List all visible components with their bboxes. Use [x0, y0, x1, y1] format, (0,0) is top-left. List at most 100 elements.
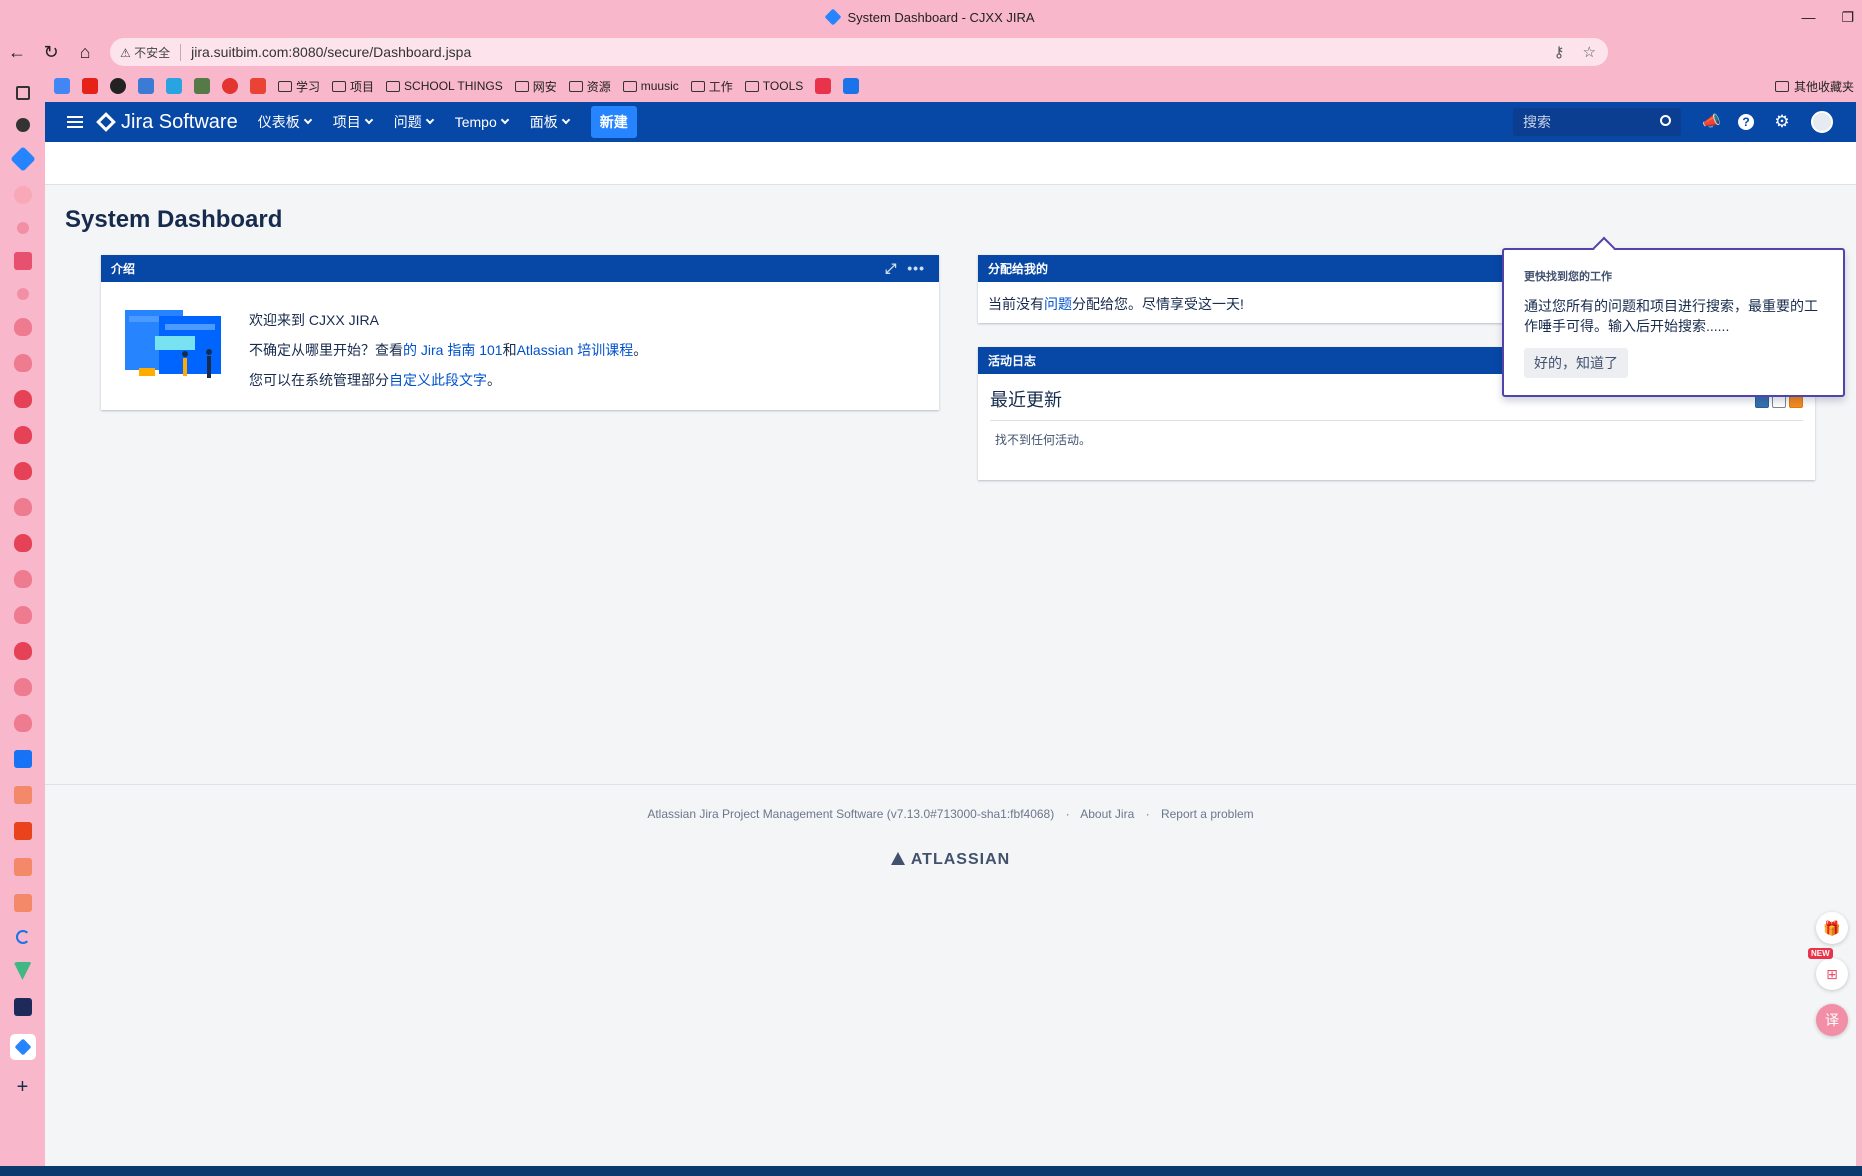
- tab-huawei-icon[interactable]: [13, 390, 32, 408]
- chevron-down-icon: [364, 115, 373, 125]
- about-jira-link[interactable]: About Jira: [1080, 807, 1134, 821]
- menu-dashboards[interactable]: 仪表板: [258, 112, 312, 132]
- intro-gadget: 介绍 ⤢ ••• 欢迎来到 CJXX JIRA 不确定从哪里开始？查看的 Jira…: [101, 255, 939, 410]
- atlassian-icon: [890, 852, 905, 865]
- tab-csdn-icon[interactable]: [13, 894, 32, 912]
- bookmark-icon[interactable]: [194, 78, 210, 94]
- app-switcher-icon[interactable]: [67, 113, 83, 131]
- tab-huawei-icon[interactable]: [13, 642, 32, 660]
- tab-search-icon[interactable]: [16, 222, 29, 234]
- back-icon[interactable]: ←: [0, 42, 34, 63]
- tab-huawei-icon[interactable]: [13, 498, 32, 516]
- customize-text-link[interactable]: 自定义此段文字: [389, 372, 487, 388]
- avatar[interactable]: [1811, 111, 1833, 133]
- tab-favicon-icon[interactable]: [13, 252, 32, 270]
- gadget-menu-icon[interactable]: •••: [907, 260, 925, 277]
- bookmark-folder-security[interactable]: 网安: [514, 78, 557, 95]
- tab-huawei-icon[interactable]: [13, 534, 32, 552]
- restore-icon[interactable]: ❐: [1841, 9, 1854, 26]
- bookmark-folder-study[interactable]: 学习: [278, 78, 320, 95]
- tab-huawei-icon[interactable]: [13, 318, 32, 336]
- tab-jira-active[interactable]: [9, 1034, 36, 1060]
- tab-favicon-icon[interactable]: [15, 118, 30, 132]
- tab-vue-icon[interactable]: [13, 962, 32, 980]
- tab-favicon-icon[interactable]: [9, 146, 36, 172]
- youtube-icon[interactable]: [82, 78, 98, 94]
- stream-empty-message: 找不到任何活动。: [995, 433, 1092, 447]
- new-tab-icon[interactable]: +: [14, 1077, 32, 1097]
- other-bookmarks[interactable]: 其他收藏夹: [1774, 70, 1854, 102]
- insecure-warning[interactable]: ⚠ 不安全: [120, 43, 182, 61]
- tab-huawei-icon[interactable]: [13, 606, 32, 624]
- atlassian-logo[interactable]: ATLASSIAN: [45, 851, 1856, 869]
- github-icon[interactable]: [110, 78, 126, 94]
- reload-icon[interactable]: ↻: [34, 42, 68, 63]
- atlassian-training-link[interactable]: Atlassian 培训课程: [517, 342, 634, 358]
- bookmark-icon[interactable]: [138, 78, 154, 94]
- main-menu: 仪表板 项目 问题 Tempo 面板: [258, 112, 570, 132]
- bookmark-folder-school[interactable]: SCHOOL THINGS: [386, 79, 503, 93]
- menu-projects[interactable]: 项目: [333, 112, 373, 132]
- bilibili-icon[interactable]: [166, 78, 182, 94]
- footer: Atlassian Jira Project Management Softwa…: [45, 784, 1856, 1166]
- chevron-down-icon: [303, 115, 312, 125]
- url-text[interactable]: jira.suitbim.com:8080/secure/Dashboard.j…: [191, 44, 471, 60]
- huawei-icon[interactable]: [222, 78, 238, 94]
- jira-logo[interactable]: Jira Software: [96, 111, 238, 134]
- bookmark-folder-work[interactable]: 工作: [690, 78, 733, 95]
- maximize-icon[interactable]: ⤢: [885, 260, 897, 277]
- gmail-icon[interactable]: [250, 78, 266, 94]
- search-input[interactable]: 搜索: [1513, 108, 1681, 136]
- key-icon[interactable]: ⚷: [1554, 43, 1565, 61]
- menu-boards[interactable]: 面板: [530, 112, 570, 132]
- notifications-icon[interactable]: 📣: [1702, 114, 1721, 130]
- tab-csdn-icon[interactable]: [13, 786, 32, 804]
- tab-huawei-icon[interactable]: [13, 570, 32, 588]
- home-icon[interactable]: ⌂: [68, 42, 102, 63]
- menu-issues[interactable]: 问题: [394, 112, 434, 132]
- url-field[interactable]: ⚠ 不安全 jira.suitbim.com:8080/secure/Dashb…: [110, 38, 1608, 66]
- translate-icon[interactable]: 译: [1816, 1004, 1848, 1036]
- tab-favicon-icon[interactable]: [15, 930, 30, 944]
- tab-csdn-icon[interactable]: [13, 858, 32, 876]
- browser-tab[interactable]: System Dashboard - CJXX JIRA: [824, 8, 1035, 26]
- tab-favicon-icon[interactable]: [13, 998, 32, 1016]
- bookmark-folder-resources[interactable]: 资源: [568, 78, 611, 95]
- create-button[interactable]: 新建: [590, 106, 637, 138]
- tab-search-icon[interactable]: [16, 288, 29, 300]
- search-icon[interactable]: [1660, 115, 1671, 126]
- jira-101-link[interactable]: 的 Jira 指南 101: [403, 342, 503, 358]
- folder-icon: [332, 80, 347, 92]
- tip-title: 更快找到您的工作: [1524, 271, 1612, 283]
- dashboard-toolbar: [45, 142, 1856, 185]
- tab-actions-icon[interactable]: [15, 86, 30, 100]
- gear-icon[interactable]: ⚙: [1774, 113, 1790, 130]
- tab-huawei-icon[interactable]: [13, 462, 32, 480]
- minimize-icon[interactable]: —: [1801, 9, 1815, 25]
- tab-huawei-icon[interactable]: [13, 426, 32, 444]
- footer-version: Atlassian Jira Project Management Softwa…: [647, 807, 1055, 821]
- report-problem-link[interactable]: Report a problem: [1161, 807, 1254, 821]
- tab-huawei-icon[interactable]: [13, 714, 32, 732]
- tab-zhihu-icon[interactable]: [13, 750, 32, 768]
- apps-icon[interactable]: NEW ⊞: [1808, 948, 1848, 990]
- issues-link[interactable]: 问题: [1044, 296, 1072, 312]
- tab-huawei-icon[interactable]: [13, 678, 32, 696]
- tab-huawei-icon[interactable]: [13, 354, 32, 372]
- menu-tempo[interactable]: Tempo: [455, 112, 509, 132]
- help-icon[interactable]: ?: [1738, 114, 1754, 130]
- star-icon[interactable]: ☆: [1583, 43, 1596, 61]
- bookmark-icon[interactable]: [843, 78, 860, 94]
- gift-icon[interactable]: 🎁: [1816, 912, 1848, 944]
- bookmark-folder-music[interactable]: muusic: [622, 79, 679, 93]
- bookmark-folder-tools[interactable]: TOOLS: [744, 79, 803, 93]
- folder-icon: [278, 80, 292, 92]
- bookmark-folder-projects[interactable]: 项目: [332, 78, 374, 95]
- tab-favicon-icon[interactable]: [13, 186, 32, 204]
- folder-icon: [1774, 80, 1789, 92]
- google-icon[interactable]: [54, 78, 70, 94]
- tab-csdn-icon[interactable]: [13, 822, 32, 840]
- jira-page: Jira Software 仪表板 项目 问题 Tempo 面板 新建 搜索 📣…: [45, 102, 1856, 1166]
- tip-dismiss-button[interactable]: 好的，知道了: [1524, 348, 1628, 378]
- bookmark-icon[interactable]: [815, 78, 832, 94]
